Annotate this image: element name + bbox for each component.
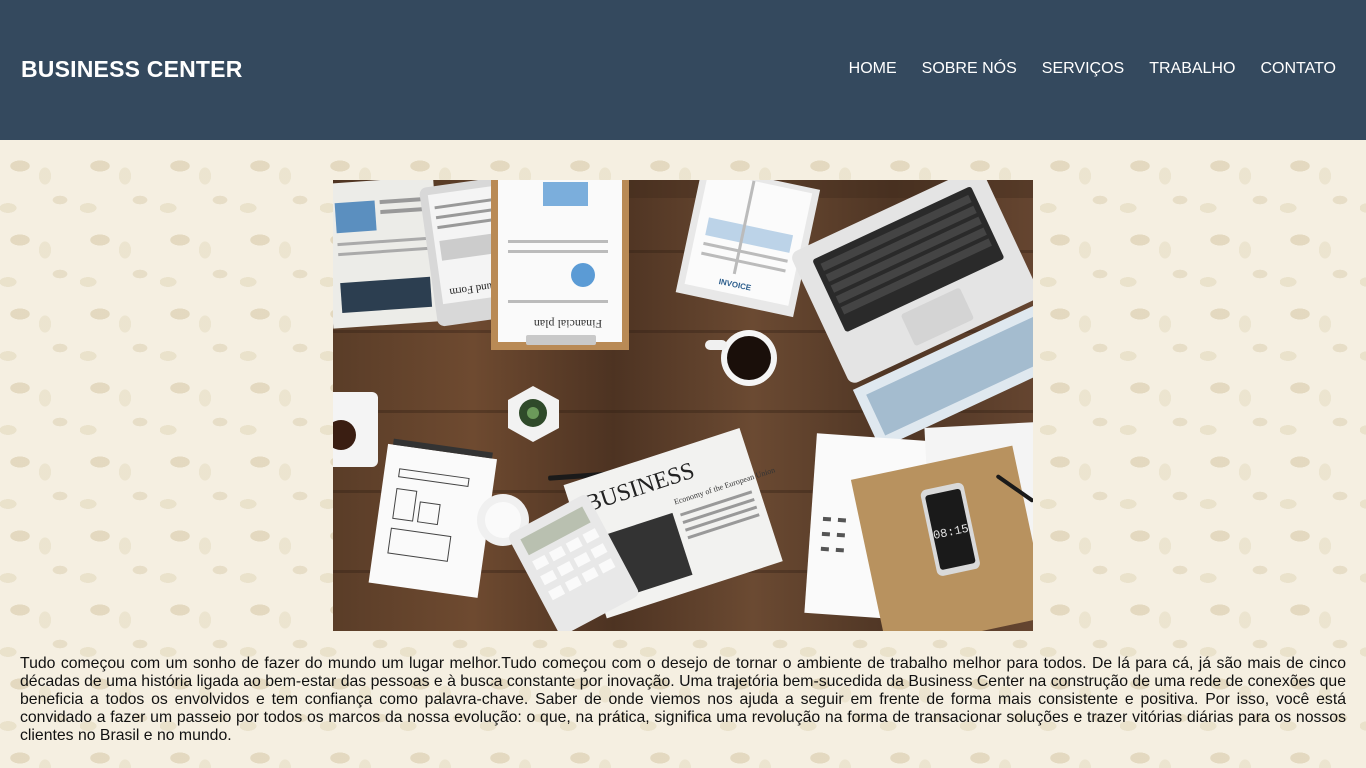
brand-logo[interactable]: BUSINESS CENTER	[21, 56, 243, 83]
coffee-cup-left	[333, 392, 378, 467]
coffee-cup	[705, 330, 777, 386]
laptop	[792, 180, 1033, 449]
nav-sobre-nos[interactable]: SOBRE NÓS	[922, 60, 1017, 78]
clipboard-invoice: INVOICE	[675, 180, 821, 318]
nav-servicos[interactable]: SERVIÇOS	[1042, 60, 1124, 78]
financial-plan-label: Financial plan	[534, 317, 602, 331]
site-header: BUSINESS CENTER HOME SOBRE NÓS SERVIÇOS …	[0, 0, 1366, 140]
desk-illustration: Tax Refund Form Financial plan INVOICE B…	[333, 180, 1033, 631]
hero-image: Tax Refund Form Financial plan INVOICE B…	[333, 180, 1033, 631]
plant-pot	[508, 386, 559, 442]
nav-contato[interactable]: CONTATO	[1260, 60, 1336, 78]
intro-paragraph: Tudo começou com um sonho de fazer do mu…	[20, 655, 1346, 744]
clipboard-financial-plan: Financial plan	[491, 180, 629, 350]
nav-trabalho[interactable]: TRABALHO	[1149, 60, 1235, 78]
main-nav: HOME SOBRE NÓS SERVIÇOS TRABALHO CONTATO	[824, 60, 1336, 78]
nav-home[interactable]: HOME	[849, 60, 897, 78]
